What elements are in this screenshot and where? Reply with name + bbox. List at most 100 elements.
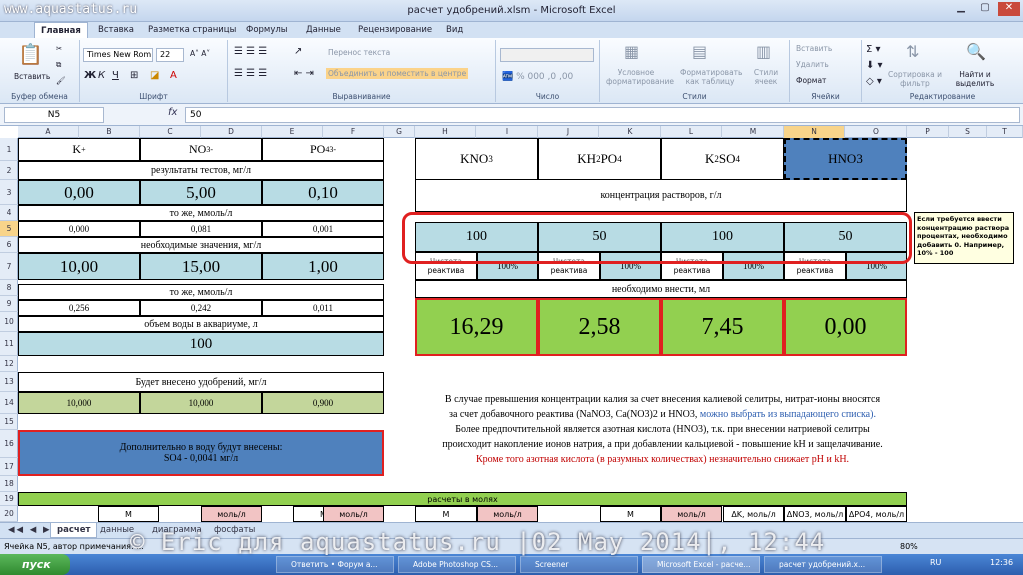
tab-review[interactable]: Рецензирование: [352, 22, 438, 38]
formula-input[interactable]: 50: [185, 107, 1020, 123]
moles-cell[interactable]: моль/л: [661, 506, 722, 522]
row-header[interactable]: 8: [0, 280, 18, 296]
reagent-kno3[interactable]: KNO 3: [415, 138, 538, 180]
mmol2-label[interactable]: то же, ммоль/л: [18, 284, 384, 300]
bold-button[interactable]: Ж: [84, 70, 96, 81]
orientation-icon[interactable]: ↗: [294, 46, 302, 57]
need-hno3[interactable]: 0,00: [784, 298, 907, 356]
mmol2-no3[interactable]: 0,242: [140, 300, 262, 316]
italic-button[interactable]: К: [98, 70, 105, 81]
paste-button[interactable]: Вставить: [14, 72, 50, 81]
mmol-po4[interactable]: 0,001: [262, 221, 384, 237]
need-kh2po4[interactable]: 2,58: [538, 298, 661, 356]
taskbar-item-photoshop[interactable]: Adobe Photoshop CS...: [398, 556, 516, 573]
added-label[interactable]: Будет внесено удобрений, мг/л: [18, 372, 384, 392]
added-po4[interactable]: 0,900: [262, 392, 384, 414]
tab-home[interactable]: Главная: [34, 22, 88, 38]
cell-styles-icon[interactable]: ▥: [756, 42, 771, 61]
test-no3[interactable]: 5,00: [140, 180, 262, 205]
column-header[interactable]: N: [784, 126, 845, 138]
column-header[interactable]: H: [415, 126, 476, 138]
tab-page-layout[interactable]: Разметка страницы: [142, 22, 242, 38]
mmol-k[interactable]: 0,000: [18, 221, 140, 237]
need-po4[interactable]: 1,00: [262, 253, 384, 280]
fx-icon[interactable]: fx: [168, 107, 177, 118]
row-header[interactable]: 9: [0, 296, 18, 312]
borders-icon[interactable]: ⊞: [130, 70, 138, 81]
underline-button[interactable]: Ч: [112, 70, 119, 81]
indent-icon[interactable]: ⇤ ⇥: [294, 68, 314, 79]
minimize-button[interactable]: ▁: [950, 2, 972, 16]
font-size-select[interactable]: 22: [156, 48, 184, 62]
row-header[interactable]: 1: [0, 138, 18, 161]
sort-filter-button[interactable]: Сортировка и фильтр: [888, 70, 942, 88]
extra-added-box[interactable]: Дополнительно в воду будут внесены: SO4 …: [18, 430, 384, 476]
conc-label[interactable]: концентрация растворов, г/л: [415, 180, 907, 212]
mmol2-k[interactable]: 0,256: [18, 300, 140, 316]
moles-header[interactable]: расчеты в молях: [18, 492, 907, 506]
moles-cell[interactable]: моль/л: [201, 506, 262, 522]
moles-cell[interactable]: М: [415, 506, 477, 522]
moles-cell[interactable]: ΔK, моль/л: [723, 506, 784, 522]
column-header[interactable]: L: [661, 126, 722, 138]
column-header[interactable]: M: [723, 126, 784, 138]
moles-cell[interactable]: моль/л: [323, 506, 384, 522]
row-header[interactable]: 3: [0, 180, 18, 205]
row-header[interactable]: 16: [0, 430, 18, 458]
delete-cells-button[interactable]: Удалить: [796, 60, 829, 69]
row-header[interactable]: 5: [0, 221, 18, 237]
k-header[interactable]: K +: [18, 138, 140, 161]
row-header[interactable]: 6: [0, 237, 18, 253]
format-cells-button[interactable]: Формат: [796, 76, 826, 85]
row-header[interactable]: 18: [0, 476, 18, 492]
row-header[interactable]: 17: [0, 458, 18, 476]
cell-styles-button[interactable]: Стили ячеек: [748, 68, 784, 86]
format-table-button[interactable]: Форматировать как таблицу: [680, 68, 742, 86]
mmol2-po4[interactable]: 0,011: [262, 300, 384, 316]
row-header[interactable]: 13: [0, 372, 18, 392]
cut-icon[interactable]: ✂: [56, 44, 62, 53]
fill-color-icon[interactable]: ◪: [150, 70, 159, 81]
find-icon[interactable]: 🔍: [966, 42, 986, 61]
conditional-format-button[interactable]: Условное форматирование: [606, 68, 674, 86]
column-header[interactable]: K: [600, 126, 661, 138]
maximize-button[interactable]: ▢: [974, 2, 996, 16]
align-top-icon[interactable]: ☰ ☰ ☰: [234, 46, 267, 57]
column-header[interactable]: F: [323, 126, 384, 138]
moles-cell[interactable]: ΔPO4, моль/л: [846, 506, 907, 522]
taskbar-item-excel-file[interactable]: расчет удобрений.x...: [764, 556, 882, 573]
column-header[interactable]: G: [384, 126, 415, 138]
volume-label[interactable]: объем воды в аквариуме, л: [18, 316, 384, 332]
percent-icon[interactable]: 🏧 % 000 ,0 ,00: [502, 72, 573, 82]
po4-header[interactable]: PO 4 3-: [262, 138, 384, 161]
column-header[interactable]: B: [79, 126, 140, 138]
row-header[interactable]: 11: [0, 332, 18, 356]
test-po4[interactable]: 0,10: [262, 180, 384, 205]
moles-cell[interactable]: М: [600, 506, 661, 522]
column-header[interactable]: S: [949, 126, 987, 138]
sort-filter-icon[interactable]: ⇅: [906, 42, 919, 61]
moles-cell[interactable]: М: [98, 506, 159, 522]
conditional-format-icon[interactable]: ▦: [624, 42, 639, 61]
row-header[interactable]: 7: [0, 253, 18, 280]
taskbar-item-excel[interactable]: Microsoft Excel - расче...: [642, 556, 760, 573]
no3-header[interactable]: NO 3-: [140, 138, 262, 161]
start-button[interactable]: пуск: [0, 554, 70, 575]
format-painter-icon[interactable]: 🖌: [56, 76, 66, 85]
tab-insert[interactable]: Вставка: [92, 22, 140, 38]
taskbar-item-screener[interactable]: Screener: [520, 556, 638, 573]
column-header[interactable]: D: [201, 126, 262, 138]
find-select-button[interactable]: Найти и выделить: [950, 70, 1000, 88]
row-header[interactable]: 12: [0, 356, 18, 372]
row-header[interactable]: 14: [0, 392, 18, 414]
column-header[interactable]: I: [477, 126, 538, 138]
reagent-kh2po4[interactable]: KH 2 PO 4: [538, 138, 661, 180]
copy-icon[interactable]: ⧉: [56, 60, 61, 70]
format-table-icon[interactable]: ▤: [692, 42, 707, 61]
column-header[interactable]: O: [846, 126, 907, 138]
need-ml-label[interactable]: необходимо внести, мл: [415, 280, 907, 298]
column-header[interactable]: E: [262, 126, 323, 138]
font-name-select[interactable]: Times New Rom: [83, 48, 153, 62]
font-grow-icon[interactable]: A˄ A˅: [190, 49, 210, 58]
moles-cell[interactable]: моль/л: [477, 506, 538, 522]
